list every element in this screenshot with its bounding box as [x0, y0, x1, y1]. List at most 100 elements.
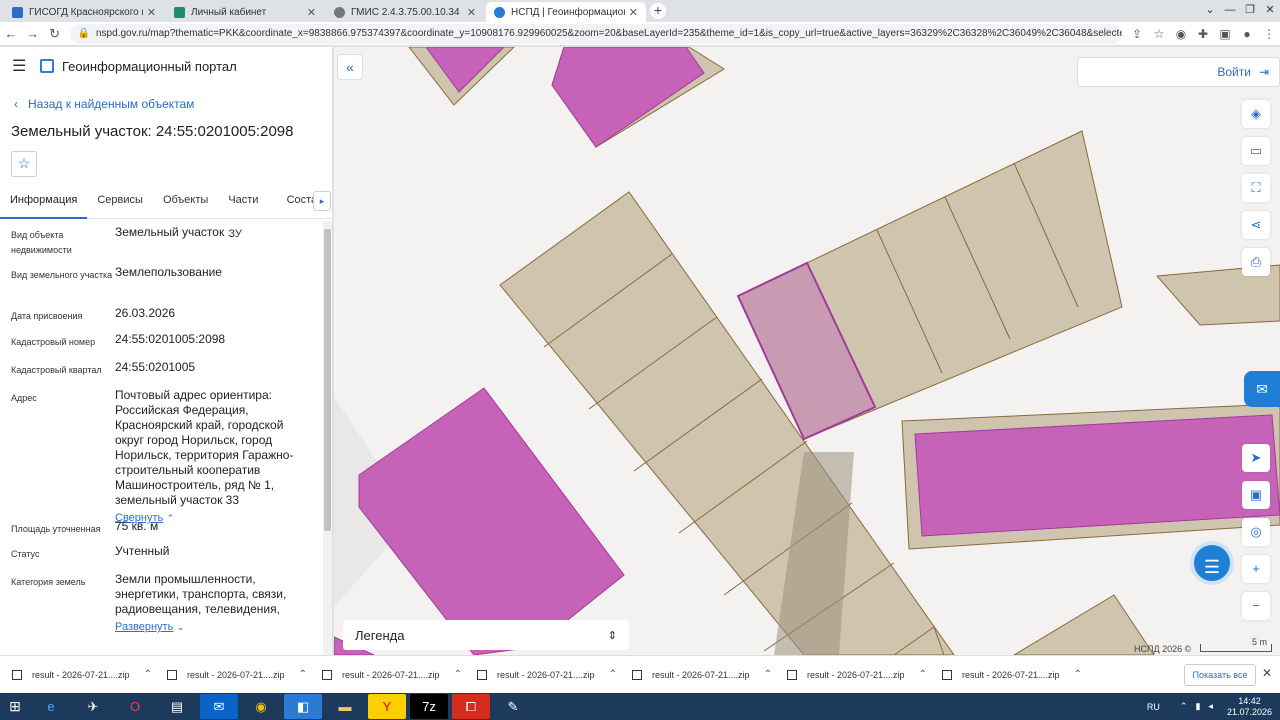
chevron-up-icon[interactable]: ⌃ [1074, 669, 1082, 680]
menu-dots-icon[interactable]: ⋮ [1258, 27, 1280, 41]
close-tab-icon[interactable]: ✕ [629, 6, 638, 19]
forward-icon[interactable]: → [22, 26, 44, 41]
browser-tab-active[interactable]: НСПД | Геоинформационный п ✕ [486, 2, 646, 22]
favorite-star-button[interactable]: ☆ [11, 151, 37, 177]
close-tab-icon[interactable]: ✕ [147, 6, 156, 19]
close-downloads-icon[interactable]: ✕ [1262, 666, 1272, 680]
back-to-results-link[interactable]: ‹ Назад к найденным объектам [0, 85, 332, 123]
download-item[interactable]: result - 2026-07-21....zip ⌃ [155, 669, 310, 680]
browser-tab[interactable]: Личный кабинет ✕ [166, 2, 324, 22]
ruler-button[interactable]: ▭ [1242, 137, 1270, 165]
new-tab-button[interactable]: + [650, 3, 666, 19]
puzzle-icon[interactable]: ✚ [1192, 27, 1214, 41]
feedback-tab-button[interactable]: ✉ [1244, 371, 1280, 407]
geo-button[interactable]: ◎ [1242, 518, 1270, 546]
close-tab-icon[interactable]: ✕ [467, 6, 476, 19]
minimize-icon[interactable]: — [1220, 0, 1240, 22]
tab-parts[interactable]: Части ЗУ [218, 183, 276, 240]
chat-button[interactable]: ☰ [1190, 541, 1234, 585]
reload-icon[interactable]: ↻ [44, 26, 66, 42]
chat-icon: ☰ [1203, 557, 1221, 577]
layers-button[interactable]: ◈ [1242, 100, 1270, 128]
taskbar-outlook-icon[interactable]: ✉ [200, 694, 238, 719]
locate-button[interactable]: ➤ [1242, 444, 1270, 472]
map-parcel-highlighted[interactable] [914, 414, 1280, 537]
map-parcel-highlighted[interactable] [358, 387, 625, 655]
tab-info[interactable]: Информация [0, 183, 88, 219]
legend-panel[interactable]: Легенда ⇕ [343, 620, 629, 650]
tab-search-icon[interactable]: ⌄ [1200, 0, 1220, 22]
volume-icon[interactable]: ◂ [1208, 701, 1213, 712]
map-parcel-highlighted[interactable] [551, 47, 705, 148]
expand-link[interactable]: Развернуть ⌄ [115, 619, 314, 635]
chevron-up-icon[interactable]: ⌃ [144, 669, 152, 680]
extension-icon[interactable]: ◉ [1170, 27, 1192, 41]
scrollbar-thumb[interactable] [324, 229, 331, 531]
browser-tab[interactable]: ГИСОГД Красноярского края ✕ [4, 2, 164, 22]
browser-tab-bar: ГИСОГД Красноярского края ✕ Личный кабин… [0, 0, 1280, 22]
download-item[interactable]: result - 2026-07-21....zip ⌃ [775, 669, 930, 680]
chevron-up-icon[interactable]: ⌃ [764, 669, 772, 680]
map-view[interactable]: « Войти ⇥ ◈ ▭ ⛶ ⋖ ⎙ ✉ ➤ ▣ ◎ + − ☰ Легенд… [334, 47, 1280, 655]
show-all-downloads-button[interactable]: Показать все [1184, 664, 1256, 686]
language-indicator[interactable]: RU [1147, 702, 1160, 712]
maximize-icon[interactable]: ❐ [1240, 0, 1260, 22]
address-bar[interactable]: 🔒 nspd.gov.ru/map?thematic=PKK&coordinat… [69, 23, 1122, 44]
chevron-up-icon[interactable]: ⌃ [454, 669, 462, 680]
print-button[interactable]: ⎙ [1242, 248, 1270, 276]
zoom-out-icon: − [1252, 598, 1260, 613]
taskbar-7zip-icon[interactable]: 7z [410, 694, 448, 719]
clock[interactable]: 14:42 21.07.2026 [1227, 696, 1272, 718]
share-button[interactable]: ⋖ [1242, 211, 1270, 239]
taskbar-bird-icon[interactable]: ✈ [74, 694, 112, 719]
chevron-up-icon[interactable]: ⌃ [299, 669, 307, 680]
download-item[interactable]: result - 2026-07-21....zip ⌃ [930, 669, 1085, 680]
chevron-up-icon[interactable]: ⌃ [609, 669, 617, 680]
tab-objects[interactable]: Объекты [153, 183, 218, 219]
close-window-icon[interactable]: ✕ [1260, 0, 1280, 22]
zoom-out-button[interactable]: − [1242, 592, 1270, 620]
map-canvas[interactable] [334, 47, 1280, 655]
tab-services[interactable]: Сервисы [87, 183, 153, 219]
download-item[interactable]: result - 2026-07-21....zip ⌃ [0, 669, 155, 680]
download-item[interactable]: result - 2026-07-21....zip ⌃ [465, 669, 620, 680]
collapse-panel-button[interactable]: « [337, 54, 363, 80]
close-tab-icon[interactable]: ✕ [307, 6, 316, 19]
zoom-in-button[interactable]: + [1242, 555, 1270, 583]
download-item[interactable]: result - 2026-07-21....zip ⌃ [310, 669, 465, 680]
print-icon: ⎙ [1250, 254, 1262, 269]
download-item[interactable]: result - 2026-07-21....zip ⌃ [620, 669, 775, 680]
chevron-up-icon[interactable]: ⌃ [919, 669, 927, 680]
portal-logo-icon [40, 59, 54, 73]
hamburger-menu-icon[interactable]: ☰ [12, 56, 32, 76]
start-button[interactable]: ⊞ [0, 693, 30, 720]
sidebar-scrollbar[interactable] [323, 221, 332, 655]
share-icon: ⋖ [1250, 217, 1262, 232]
login-button[interactable]: Войти ⇥ [1077, 57, 1280, 87]
back-icon[interactable]: ← [0, 26, 22, 41]
tabs-scroll-right-button[interactable]: ▸ [313, 191, 331, 211]
taskbar-yandex-icon[interactable]: Y [368, 694, 406, 719]
tray-arrow-icon[interactable]: ⌃ [1180, 701, 1188, 712]
network-icon[interactable]: ▮ [1195, 701, 1200, 712]
taskbar-app-icon[interactable]: ◧ [284, 694, 322, 719]
taskbar-pdf-icon[interactable]: ⧠ [452, 694, 490, 719]
taskbar-opera-icon[interactable]: O [116, 694, 154, 719]
select-area-button[interactable]: ⛶ [1242, 174, 1270, 202]
lock-icon[interactable]: 🔒 [78, 28, 90, 39]
login-label: Войти [1217, 65, 1251, 79]
taskbar-files-icon[interactable]: ▤ [158, 694, 196, 719]
property-row: Дата присвоения 26.03.2026 [0, 306, 322, 332]
browser-tab[interactable]: ГМИС 2.4.3.75.00.10.34 ✕ [326, 2, 484, 22]
property-key: Адрес [11, 393, 37, 403]
taskbar-ie-icon[interactable]: e [32, 694, 70, 719]
taskbar-paint-icon[interactable]: ✎ [494, 694, 532, 719]
basemap-button[interactable]: ▣ [1242, 481, 1270, 509]
bookmark-star-icon[interactable]: ☆ [1148, 27, 1170, 41]
sidepanel-icon[interactable]: ▣ [1214, 27, 1236, 41]
share-page-icon[interactable]: ⇪ [1126, 27, 1148, 41]
taskbar-chrome-icon[interactable]: ◉ [242, 694, 280, 719]
profile-icon[interactable]: ● [1236, 27, 1258, 41]
map-parcel[interactable] [1013, 594, 1155, 655]
taskbar-explorer-icon[interactable]: ▬ [326, 694, 364, 719]
